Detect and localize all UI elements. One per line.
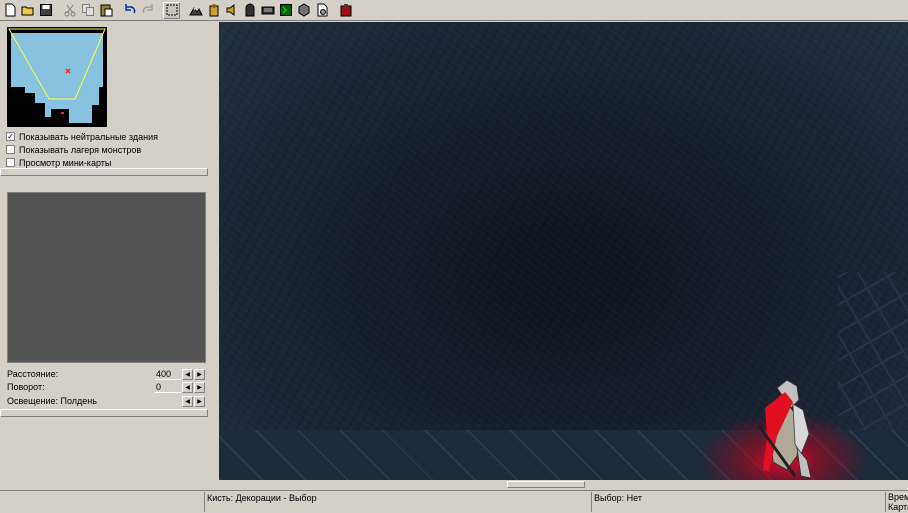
minimap-preview-label: Просмотр мини-карты	[19, 157, 112, 168]
undo-icon[interactable]	[121, 2, 138, 19]
panel-splitter[interactable]	[0, 168, 208, 176]
show-neutral-row[interactable]: ✓ Показывать нейтральные здания	[6, 130, 158, 143]
copy-icon[interactable]	[79, 2, 96, 19]
show-neutral-checkbox[interactable]: ✓	[6, 132, 15, 141]
left-panel: ✓ Показывать нейтральные здания Показыва…	[0, 22, 217, 488]
distance-decrease-button[interactable]: ◀	[182, 368, 193, 380]
trigger-editor-icon[interactable]	[277, 2, 294, 19]
keyboard-icon[interactable]	[259, 2, 276, 19]
minimap[interactable]	[7, 27, 107, 127]
minimap-preview-checkbox[interactable]	[6, 158, 15, 167]
distance-label: Расстояние:	[7, 369, 59, 379]
lighting-label: Освещение: Полдень	[7, 396, 97, 406]
lighting-prev-button[interactable]: ◀	[182, 395, 193, 407]
rotation-label: Поворот:	[7, 382, 45, 392]
open-folder-icon[interactable]	[19, 2, 36, 19]
selection-icon[interactable]	[163, 1, 180, 19]
status-bar: Кисть: Декорации - Выбор Выбор: Нет Врем…	[0, 490, 908, 513]
status-map: Карта	[888, 502, 908, 512]
sound-editor-icon[interactable]	[223, 2, 240, 19]
show-camps-label: Показывать лагеря монстров	[19, 144, 142, 155]
camera-icon[interactable]	[241, 2, 258, 19]
lighting-row: Освещение: Полдень ◀ ▶	[7, 395, 206, 407]
test-map-icon[interactable]	[337, 2, 354, 19]
checkmark-icon: ✓	[7, 132, 14, 141]
status-cell-empty	[0, 492, 204, 512]
arrow-left-icon: ◀	[185, 398, 190, 405]
arrow-right-icon: ▶	[197, 398, 202, 405]
distance-increase-button[interactable]: ▶	[194, 368, 205, 380]
arrow-left-icon: ◀	[185, 371, 190, 378]
minimap-options: ✓ Показывать нейтральные здания Показыва…	[6, 130, 158, 169]
cut-icon[interactable]	[61, 2, 78, 19]
show-camps-row[interactable]: Показывать лагеря монстров	[6, 143, 158, 156]
status-selection: Выбор: Нет	[591, 492, 885, 512]
rotation-increase-button[interactable]: ▶	[194, 381, 205, 393]
arrow-left-icon: ◀	[185, 384, 190, 391]
status-time-map: Врем Карта	[885, 492, 908, 512]
unit-model[interactable]	[739, 378, 829, 480]
status-time: Врем	[888, 492, 908, 502]
distance-row: Расстояние: 400 ◀ ▶	[7, 368, 206, 380]
tile-floor-right	[838, 272, 908, 432]
scrollbar-thumb[interactable]	[507, 481, 585, 488]
toolbar	[0, 0, 908, 21]
panel-splitter-bottom[interactable]	[0, 409, 208, 417]
terrain-palette-icon[interactable]	[187, 2, 204, 19]
rotation-row: Поворот: 0 ◀ ▶	[7, 381, 206, 393]
doodad-preview[interactable]	[7, 192, 206, 363]
map-viewport[interactable]	[219, 22, 908, 480]
import-manager-icon[interactable]	[313, 2, 330, 19]
lighting-next-button[interactable]: ▶	[194, 395, 205, 407]
status-brush: Кисть: Декорации - Выбор	[204, 492, 591, 512]
show-camps-checkbox[interactable]	[6, 145, 15, 154]
arrow-right-icon: ▶	[197, 371, 202, 378]
arrow-right-icon: ▶	[197, 384, 202, 391]
redo-icon[interactable]	[139, 2, 156, 19]
save-icon[interactable]	[37, 2, 54, 19]
paste-icon[interactable]	[97, 2, 114, 19]
rotation-value[interactable]: 0	[155, 381, 181, 393]
new-file-icon[interactable]	[1, 2, 18, 19]
unit-palette-icon[interactable]	[205, 2, 222, 19]
show-neutral-label: Показывать нейтральные здания	[19, 131, 158, 142]
distance-value[interactable]: 400	[155, 368, 181, 380]
object-editor-icon[interactable]	[295, 2, 312, 19]
horizontal-scrollbar[interactable]	[219, 480, 908, 490]
rotation-decrease-button[interactable]: ◀	[182, 381, 193, 393]
